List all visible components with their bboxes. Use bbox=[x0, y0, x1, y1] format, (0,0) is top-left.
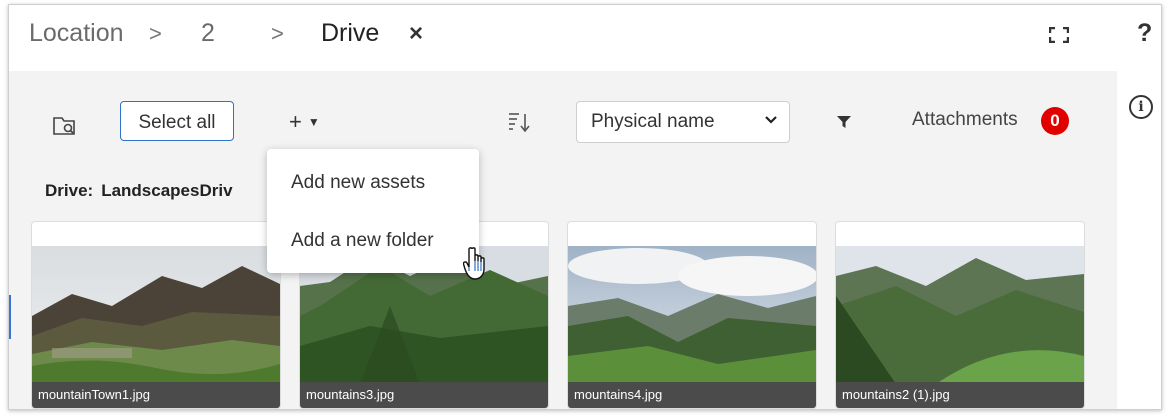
drive-name-label: Drive: LandscapesDriv bbox=[45, 181, 233, 201]
drive-label-key: Drive: bbox=[45, 181, 94, 200]
attachments-label[interactable]: Attachments bbox=[912, 109, 1018, 131]
breadcrumb-separator: > bbox=[149, 21, 162, 46]
thumbnail-image bbox=[568, 246, 816, 384]
close-icon[interactable]: × bbox=[409, 20, 423, 48]
sort-by-value: Physical name bbox=[591, 111, 715, 132]
drive-window: Location > 2 > Drive × ? Select all +▼ bbox=[8, 4, 1162, 410]
add-dropdown-menu: Add new assets Add a new folder bbox=[267, 149, 479, 273]
right-sidebar: i bbox=[1117, 71, 1161, 409]
expand-icon[interactable] bbox=[1049, 27, 1069, 43]
filter-icon[interactable] bbox=[837, 115, 851, 129]
breadcrumb-location[interactable]: Location bbox=[29, 19, 124, 48]
select-all-button[interactable]: Select all bbox=[120, 101, 234, 141]
thumbnail-caption: mountainTown1.jpg bbox=[32, 382, 280, 408]
chevron-down-icon: ▼ bbox=[307, 115, 320, 129]
thumbnail-image bbox=[32, 246, 280, 384]
attachments-count-badge: 0 bbox=[1041, 107, 1069, 135]
asset-thumbnail[interactable]: mountainTown1.jpg bbox=[31, 221, 281, 409]
menu-item-add-new-assets[interactable]: Add new assets bbox=[267, 155, 479, 211]
menu-item-add-new-folder[interactable]: Add a new folder bbox=[267, 213, 479, 269]
add-button[interactable]: + ▼ bbox=[289, 109, 320, 135]
breadcrumb-drive: Drive bbox=[321, 19, 380, 47]
sort-icon[interactable] bbox=[507, 111, 531, 133]
breadcrumb-separator: > bbox=[271, 21, 284, 46]
info-icon[interactable]: i bbox=[1129, 95, 1153, 119]
hand-cursor-icon bbox=[463, 247, 485, 280]
help-icon[interactable]: ? bbox=[1137, 19, 1152, 48]
thumbnail-image bbox=[836, 246, 1084, 384]
asset-thumbnail[interactable]: mountains4.jpg bbox=[567, 221, 817, 409]
thumbnail-caption: mountains3.jpg bbox=[300, 382, 548, 408]
breadcrumb-2[interactable]: 2 bbox=[201, 19, 215, 48]
header-bar: Location > 2 > Drive × ? bbox=[9, 5, 1161, 67]
drive-label-value: LandscapesDriv bbox=[101, 181, 233, 200]
thumbnail-caption: mountains2 (1).jpg bbox=[836, 382, 1084, 408]
asset-thumbnail[interactable]: mountains2 (1).jpg bbox=[835, 221, 1085, 409]
sort-by-select[interactable]: Physical name bbox=[576, 101, 790, 143]
folder-search-icon[interactable] bbox=[53, 115, 79, 137]
add-label: + bbox=[289, 109, 302, 134]
main-panel: Select all + ▼ Physical name Attachments … bbox=[9, 71, 1117, 409]
thumbnail-caption: mountains4.jpg bbox=[568, 382, 816, 408]
chevron-down-icon bbox=[765, 116, 777, 124]
left-accent-bar bbox=[9, 295, 11, 339]
